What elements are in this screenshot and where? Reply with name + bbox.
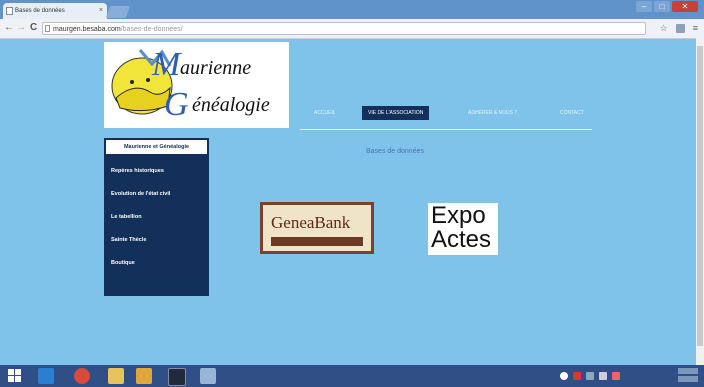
sidebar-item-boutique[interactable]: Boutique — [111, 260, 135, 266]
expo-actes-link[interactable]: Expo Actes — [428, 203, 498, 255]
sidebar-item-tabellion[interactable]: Le tabellion — [111, 214, 142, 220]
clock-date-placeholder — [678, 376, 698, 382]
site-logo[interactable]: M aurienne G énéalogie — [104, 42, 289, 128]
page-icon — [45, 25, 50, 32]
chrome-icon[interactable] — [74, 368, 90, 384]
minimize-button[interactable]: – — [636, 1, 652, 12]
tab-close-icon[interactable]: × — [99, 3, 103, 19]
browser-toolbar: ← → C maurgen.besaba.com/bases-de-donnee… — [0, 19, 704, 39]
volume-icon[interactable] — [599, 372, 607, 380]
clock-time-placeholder — [678, 368, 698, 374]
menu-item-accueil[interactable]: ACCUEIL — [314, 106, 336, 120]
help-icon[interactable] — [560, 372, 568, 380]
window-controls: – □ ✕ — [636, 1, 698, 12]
expo-line-2: Actes — [431, 226, 492, 253]
url-host: maurgen.besaba.com — [53, 26, 121, 33]
geneabank-banner — [271, 237, 363, 246]
menu-item-vie-association[interactable]: VIE DE L'ASSOCIATION — [362, 106, 430, 120]
sidebar-header[interactable]: Maurienne et Généalogie — [106, 140, 207, 154]
main-menu: ACCUEIL VIE DE L'ASSOCIATION ADHÉRER & N… — [310, 106, 600, 120]
folder-icon[interactable] — [136, 368, 152, 384]
system-tray — [560, 368, 620, 384]
forward-button[interactable]: → — [16, 21, 26, 35]
browser-tab[interactable]: Bases de données × — [3, 3, 107, 19]
scrollbar-thumb[interactable] — [697, 46, 703, 346]
menu-divider — [300, 129, 592, 130]
close-window-button[interactable]: ✕ — [672, 1, 698, 12]
logo-line-1: aurienne — [180, 57, 252, 79]
clock[interactable] — [678, 368, 698, 382]
geneabank-text: GeneaBank — [271, 213, 351, 232]
bookmark-star-icon[interactable]: ☆ — [660, 22, 668, 34]
window-icon[interactable] — [200, 368, 216, 384]
sidebar-item-reperes[interactable]: Repères historiques — [111, 168, 164, 174]
toolbar-icons: ☆ ≡ — [660, 22, 698, 34]
back-button[interactable]: ← — [4, 21, 14, 35]
page-favicon-icon — [6, 7, 13, 15]
network-icon[interactable] — [586, 372, 594, 380]
logo-line-2: énéalogie — [192, 94, 270, 116]
page-title: Bases de données — [366, 148, 424, 155]
new-tab-button[interactable] — [105, 6, 131, 18]
geneabank-logo: GeneaBank — [263, 205, 371, 251]
start-button[interactable] — [8, 369, 22, 383]
reload-button[interactable]: C — [30, 21, 37, 35]
file-explorer-icon[interactable] — [108, 368, 124, 384]
extension-icon[interactable] — [675, 24, 685, 33]
sidebar: Maurienne et Généalogie Repères historiq… — [104, 138, 209, 296]
internet-explorer-icon[interactable] — [38, 368, 54, 384]
menu-item-adherer[interactable]: ADHÉRER & NOUS ? — [468, 106, 517, 120]
logo-initial-g: G — [164, 86, 189, 123]
page-scrollbar[interactable] — [696, 38, 704, 365]
url-path: /bases-de-donnees/ — [120, 26, 183, 33]
alert-icon[interactable] — [573, 372, 581, 380]
geneabank-link[interactable]: GeneaBank — [260, 202, 374, 254]
sidebar-item-etat-civil[interactable]: Evolution de l'état civil — [111, 191, 170, 197]
menu-item-contact[interactable]: CONTACT — [560, 106, 584, 120]
address-bar[interactable]: maurgen.besaba.com/bases-de-donnees/ — [42, 22, 646, 35]
browser-tab-strip: Bases de données × – □ ✕ — [0, 0, 704, 19]
maximize-button[interactable]: □ — [654, 1, 670, 12]
sidebar-item-sainte-thecle[interactable]: Sainte Thècle — [111, 237, 146, 243]
app-icon[interactable] — [168, 368, 186, 386]
logo-initial-m: M — [152, 46, 181, 83]
tab-title: Bases de données — [15, 8, 65, 14]
flag-icon[interactable] — [612, 372, 620, 380]
windows-taskbar — [0, 365, 704, 387]
browser-menu-icon[interactable]: ≡ — [693, 22, 698, 34]
